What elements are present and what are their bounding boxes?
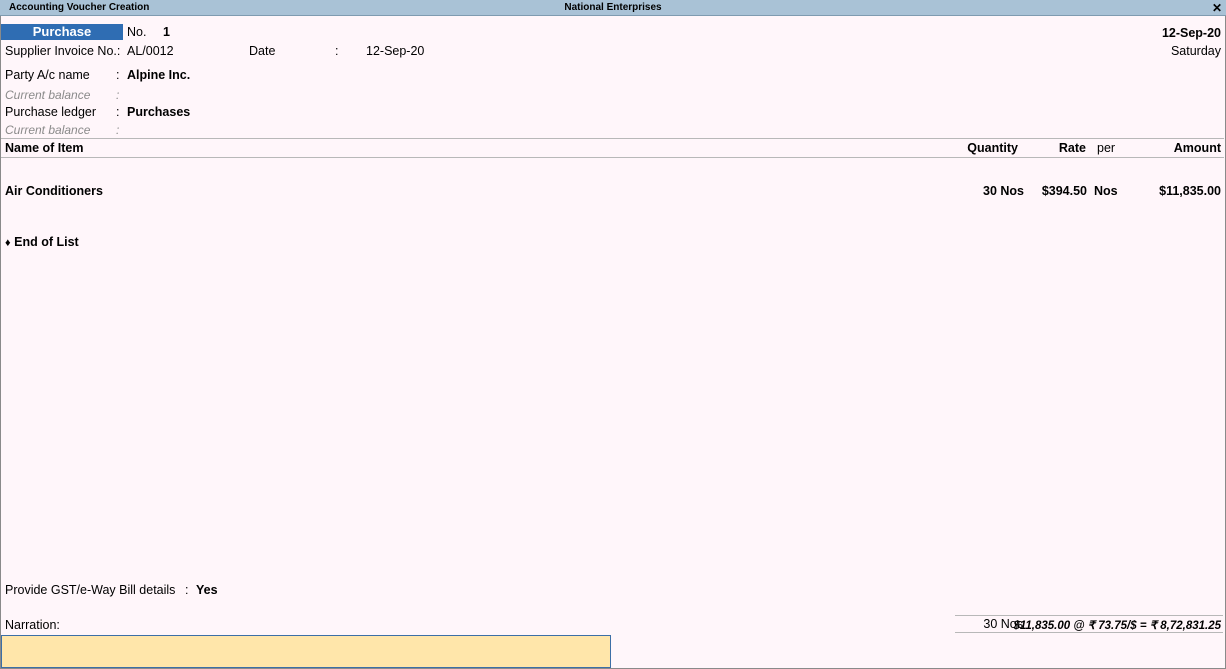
col-header-rate: Rate	[1058, 141, 1086, 155]
voucher-day: Saturday	[1170, 44, 1221, 58]
row-rate[interactable]: $394.50	[1042, 184, 1087, 198]
purchase-ledger-field[interactable]: Purchases	[127, 105, 190, 119]
narration-label: Narration:	[5, 618, 60, 632]
total-amount-expression: $11,835.00 @ ₹ 73.75/$ = ₹ 8,72,831.25	[1013, 620, 1221, 632]
purchase-ledger-balance-colon: :	[116, 123, 120, 137]
col-header-quantity: Quantity	[967, 141, 1018, 155]
voucher-date[interactable]: 12-Sep-20	[1162, 26, 1221, 40]
party-balance-label: Current balance	[5, 88, 91, 102]
diamond-icon: ♦	[5, 237, 11, 249]
purchase-ledger-balance-label: Current balance	[5, 123, 91, 137]
close-icon[interactable]: ✕	[1212, 1, 1222, 15]
totals-top-line	[955, 615, 1223, 616]
supplier-date-label: Date	[249, 44, 276, 58]
supplier-date-field[interactable]: 12-Sep-20	[366, 44, 424, 58]
supplier-invoice-field[interactable]: AL/0012	[127, 44, 174, 58]
supplier-date-colon: :	[335, 44, 339, 58]
party-balance-colon: :	[116, 88, 120, 102]
col-header-per: per	[1097, 141, 1116, 155]
col-header-amount: Amount	[1173, 141, 1221, 155]
table-header-divider	[1, 157, 1224, 158]
purchase-ledger-label: Purchase ledger	[5, 105, 97, 119]
end-of-list-item[interactable]: ♦ End of List	[5, 235, 79, 249]
voucher-no-label: No.	[127, 25, 147, 39]
row-item-name[interactable]: Air Conditioners	[5, 184, 103, 198]
gst-field[interactable]: Yes	[196, 583, 218, 597]
voucher-type-badge[interactable]: Purchase	[1, 24, 123, 40]
row-quantity[interactable]: 30 Nos	[983, 184, 1024, 198]
company-name: National Enterprises	[564, 2, 662, 13]
gst-label: Provide GST/e-Way Bill details	[5, 583, 176, 597]
party-field[interactable]: Alpine Inc.	[127, 68, 190, 82]
voucher-no-value[interactable]: 1	[163, 25, 170, 39]
row-amount[interactable]: $11,835.00	[1159, 184, 1221, 198]
table-top-divider	[1, 138, 1224, 139]
supplier-invoice-label: Supplier Invoice No.:	[5, 44, 121, 58]
party-label: Party A/c name	[5, 68, 90, 82]
end-of-list-label: End of List	[14, 235, 79, 249]
party-colon: :	[116, 68, 120, 82]
col-header-name: Name of Item	[5, 141, 84, 155]
title-bar: Accounting Voucher Creation National Ent…	[0, 0, 1226, 16]
gst-colon: :	[185, 583, 189, 597]
purchase-ledger-colon: :	[116, 105, 120, 119]
row-per[interactable]: Nos	[1094, 184, 1118, 198]
narration-input[interactable]	[1, 635, 611, 668]
totals-bottom-line	[955, 632, 1223, 633]
